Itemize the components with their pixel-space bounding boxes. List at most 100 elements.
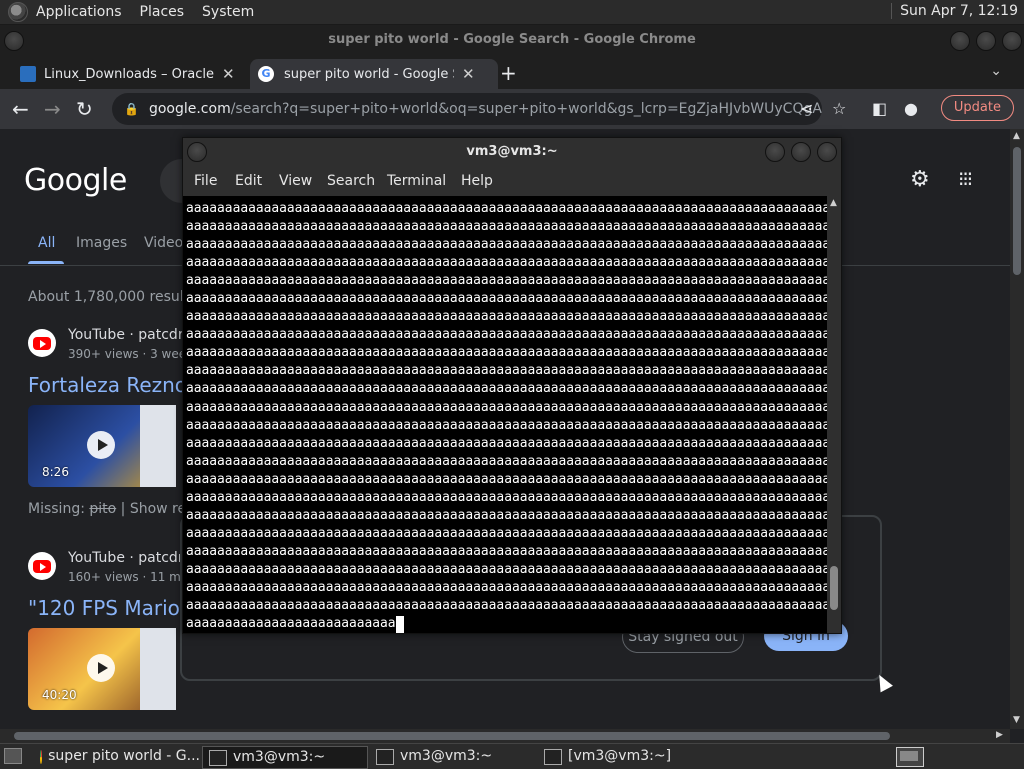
- browser-toolbar: ← → ↻ 🔒 google.com/search?q=super+pito+wo…: [0, 89, 1024, 129]
- menu-search[interactable]: Search: [327, 173, 375, 189]
- active-tab-indicator: [28, 261, 64, 264]
- terminal-titlebar[interactable]: vm3@vm3:~: [183, 138, 841, 166]
- close-window-button[interactable]: [817, 142, 837, 162]
- maximize-button[interactable]: [976, 31, 996, 51]
- video-duration: 40:20: [42, 688, 77, 702]
- taskbar: super pito world - G... vm3@vm3:~ vm3@vm…: [0, 743, 1024, 769]
- terminal-icon: [544, 748, 562, 765]
- tab-close-icon[interactable]: ✕: [222, 65, 235, 83]
- bookmark-star-icon[interactable]: ☆: [832, 99, 846, 118]
- reload-icon[interactable]: ↻: [76, 97, 93, 121]
- menu-file[interactable]: File: [194, 173, 217, 189]
- taskbar-item-chrome[interactable]: super pito world - G...: [34, 746, 200, 767]
- page-horizontal-scrollbar[interactable]: ▶: [0, 729, 1010, 743]
- minimize-button[interactable]: [950, 31, 970, 51]
- taskbar-item-label: vm3@vm3:~: [400, 748, 493, 764]
- taskbar-item-terminal-2[interactable]: vm3@vm3:~: [370, 746, 534, 767]
- thumbnail-preview: [140, 405, 176, 487]
- scrollbar-thumb[interactable]: [830, 566, 838, 610]
- minimize-button[interactable]: [765, 142, 785, 162]
- share-icon[interactable]: ⋖: [800, 99, 813, 118]
- url-host: google.com: [148, 101, 231, 117]
- menu-help[interactable]: Help: [461, 173, 493, 189]
- chrome-icon: [40, 749, 43, 764]
- tab-close-icon[interactable]: ✕: [462, 65, 475, 83]
- taskbar-item-label: super pito world - G...: [48, 748, 200, 764]
- forward-arrow-icon[interactable]: →: [44, 97, 61, 121]
- thumbnail-preview: [140, 628, 176, 710]
- youtube-icon: [28, 552, 56, 580]
- gear-icon[interactable]: ⚙: [910, 167, 930, 192]
- play-icon[interactable]: [87, 431, 115, 459]
- apps-grid-icon[interactable]: ⁝⁝⁝: [958, 167, 973, 191]
- tab-linux-downloads[interactable]: Linux_Downloads – Oracle VM ✕: [12, 59, 242, 89]
- result-source[interactable]: YouTube · patcdr: [68, 327, 184, 343]
- play-icon[interactable]: [87, 654, 115, 682]
- tab-all[interactable]: All: [38, 235, 55, 251]
- terminal-title: vm3@vm3:~: [466, 144, 558, 159]
- tab-search-button[interactable]: ⌄: [990, 63, 1002, 79]
- result-count: About 1,780,000 results: [28, 289, 197, 305]
- scroll-down-arrow-icon[interactable]: ▼: [1013, 715, 1020, 725]
- back-arrow-icon[interactable]: ←: [12, 97, 29, 121]
- tab-images[interactable]: Images: [76, 235, 127, 251]
- workspace-switcher[interactable]: [896, 747, 924, 767]
- window-menu-button[interactable]: [4, 31, 24, 51]
- menu-places[interactable]: Places: [140, 4, 185, 20]
- window-menu-button[interactable]: [187, 142, 207, 162]
- menu-edit[interactable]: Edit: [235, 173, 262, 189]
- menu-view[interactable]: View: [279, 173, 312, 189]
- google-logo[interactable]: Google: [24, 163, 127, 198]
- terminal-lines: aaaaaaaaaaaaaaaaaaaaaaaaaaaaaaaaaaaaaaaa…: [186, 201, 827, 614]
- taskbar-item-label: [vm3@vm3:~]: [568, 748, 672, 764]
- missing-prefix: Missing:: [28, 501, 90, 517]
- terminal-cursor: [395, 616, 404, 633]
- profile-icon[interactable]: ●: [904, 99, 918, 118]
- side-panel-icon[interactable]: ◧: [872, 99, 887, 118]
- maximize-button[interactable]: [791, 142, 811, 162]
- tab-google-search[interactable]: G super pito world - Google Search ✕: [250, 59, 498, 89]
- video-duration: 8:26: [42, 465, 69, 479]
- youtube-icon: [28, 329, 56, 357]
- menu-terminal[interactable]: Terminal: [387, 173, 446, 189]
- terminal-icon: [376, 748, 394, 765]
- taskbar-item-terminal-1[interactable]: vm3@vm3:~: [202, 746, 368, 769]
- scrollbar-thumb[interactable]: [14, 732, 890, 740]
- result-meta: 160+ views · 11 mon: [68, 570, 196, 584]
- terminal-window[interactable]: vm3@vm3:~ File Edit View Search Terminal…: [182, 137, 842, 634]
- lock-icon[interactable]: 🔒: [124, 93, 139, 125]
- tab-title: super pito world - Google Search: [284, 66, 454, 82]
- missing-terms: Missing: pito | Show resu: [28, 501, 202, 517]
- menu-system[interactable]: System: [202, 4, 254, 20]
- taskbar-item-terminal-3[interactable]: [vm3@vm3:~]: [538, 746, 702, 767]
- missing-word: pito: [89, 501, 117, 517]
- scroll-up-arrow-icon[interactable]: ▲: [830, 198, 837, 208]
- tab-title: Linux_Downloads – Oracle VM: [44, 66, 214, 82]
- terminal-icon: [209, 749, 227, 766]
- chrome-window-title: super pito world - Google Search - Googl…: [328, 32, 696, 47]
- result-title-link[interactable]: Fortaleza Reznor: [28, 373, 195, 397]
- taskbar-item-label: vm3@vm3:~: [233, 749, 326, 765]
- scroll-right-arrow-icon[interactable]: ▶: [996, 730, 1003, 740]
- update-button[interactable]: Update: [940, 95, 1014, 121]
- terminal-output[interactable]: aaaaaaaaaaaaaaaaaaaaaaaaaaaaaaaaaaaaaaaa…: [183, 196, 827, 633]
- close-window-button[interactable]: [1002, 31, 1022, 51]
- tab-strip: Linux_Downloads – Oracle VM ✕ G super pi…: [0, 55, 1024, 89]
- google-favicon-icon: G: [258, 66, 274, 82]
- top-panel: Applications Places System Sun Apr 7, 12…: [0, 0, 1024, 25]
- clock[interactable]: Sun Apr 7, 12:19: [891, 3, 1018, 19]
- result-source[interactable]: YouTube · patcdr: [68, 550, 184, 566]
- terminal-menubar: File Edit View Search Terminal Help: [183, 166, 841, 196]
- url-path: /search?q=super+pito+world&oq=super+pito…: [230, 101, 822, 117]
- show-desktop-icon[interactable]: [4, 748, 22, 764]
- new-tab-button[interactable]: +: [500, 61, 517, 85]
- terminal-last-line: aaaaaaaaaaaaaaaaaaaaaaaaaaa: [186, 616, 396, 632]
- menu-applications[interactable]: Applications: [36, 4, 122, 20]
- page-vertical-scrollbar[interactable]: ▲ ▼: [1010, 129, 1024, 729]
- terminal-scrollbar[interactable]: ▲: [827, 196, 841, 633]
- address-bar[interactable]: 🔒 google.com/search?q=super+pito+world&oq…: [112, 93, 822, 125]
- distro-logo-icon[interactable]: [8, 2, 28, 22]
- scrollbar-thumb[interactable]: [1013, 147, 1021, 275]
- scroll-up-arrow-icon[interactable]: ▲: [1013, 131, 1020, 141]
- chrome-window-titlebar[interactable]: super pito world - Google Search - Googl…: [0, 25, 1024, 55]
